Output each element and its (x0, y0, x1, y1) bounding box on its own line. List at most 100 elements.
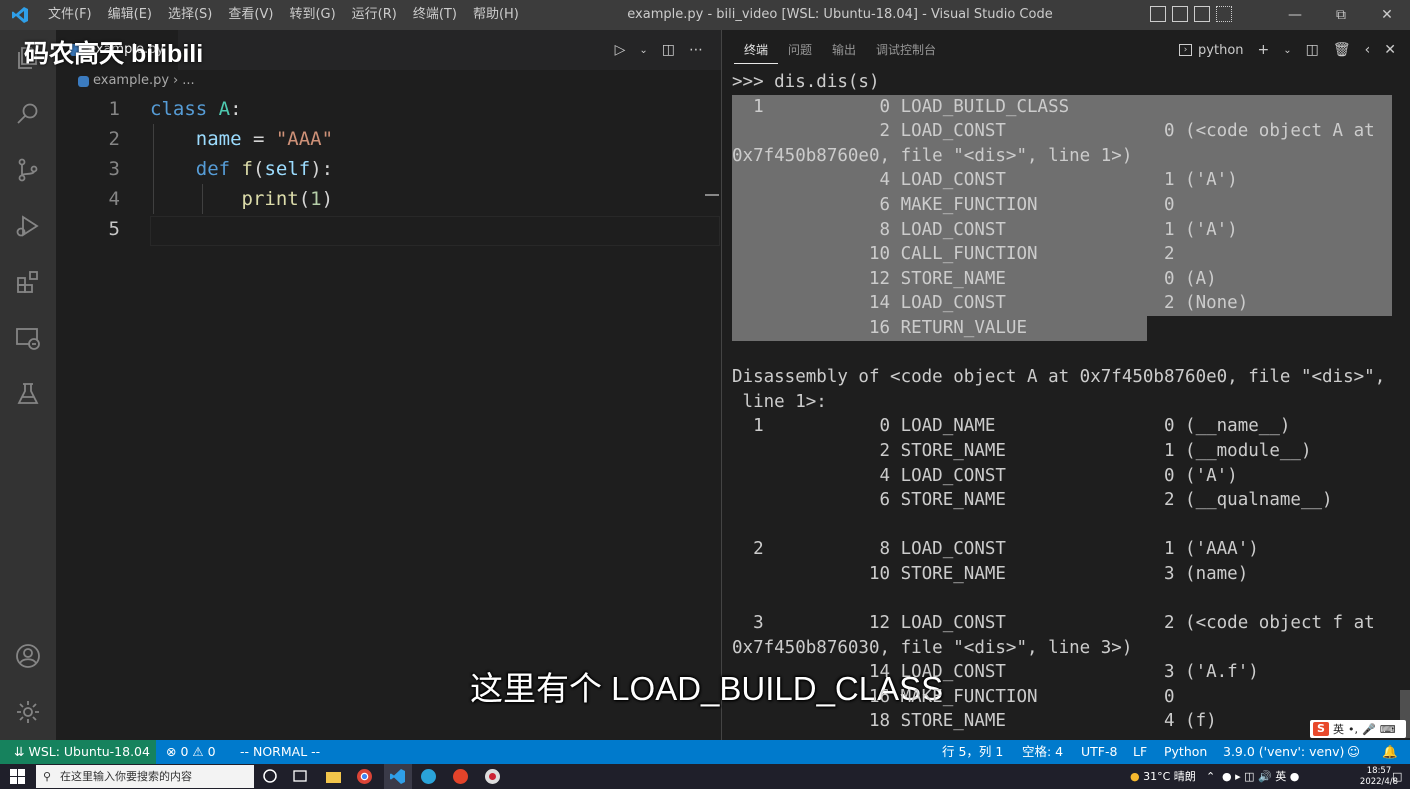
run-python-file-icon[interactable]: ▷ (615, 42, 626, 58)
chevron-left-icon[interactable]: ‹ (1365, 42, 1371, 58)
app-icon-red[interactable] (452, 768, 469, 785)
toggle-sidebar-icon[interactable] (1150, 6, 1166, 22)
python-interpreter[interactable]: 3.9.0 ('venv': venv) (1223, 740, 1344, 764)
menu-view[interactable]: 查看(V) (220, 0, 281, 30)
extensions-icon[interactable] (0, 254, 56, 310)
split-terminal-icon[interactable]: ◫ (1306, 42, 1319, 58)
obs-icon[interactable] (484, 768, 501, 785)
problems-indicator[interactable]: ⊗ 0 ⚠ 0 (166, 740, 216, 764)
weather-widget[interactable]: ● 31°C 晴朗 (1130, 764, 1196, 789)
terminal-line: 16 MAKE_FUNCTION 0 (732, 686, 1175, 707)
windows-start-icon[interactable] (10, 769, 27, 786)
language-mode[interactable]: Python (1164, 740, 1207, 764)
encoding[interactable]: UTF-8 (1081, 740, 1117, 764)
line-number: 5 (108, 218, 120, 240)
end-of-line[interactable]: LF (1133, 740, 1147, 764)
terminal-line: 2 8 LOAD_CONST 1 ('AAA') (732, 539, 1259, 560)
terminal-selector[interactable]: › python (1179, 42, 1244, 58)
terminal-line: 4 LOAD_CONST 0 ('A') (732, 465, 1238, 486)
indentation[interactable]: 空格: 4 (1022, 740, 1063, 764)
breadcrumb-file[interactable]: example.py (93, 70, 169, 92)
line-number: 2 (108, 128, 120, 150)
action-center-icon[interactable]: □ (1392, 764, 1402, 789)
indent-guide (153, 124, 154, 214)
cursor-position[interactable]: 行 5，列 1 (942, 740, 1003, 764)
taskbar-search-placeholder: 在这里输入你要搜索的内容 (60, 770, 192, 783)
vim-mode: -- NORMAL -- (240, 744, 321, 759)
operator: = (241, 128, 276, 150)
keyword: class (150, 98, 208, 120)
trash-icon[interactable]: 🗑 (1333, 42, 1351, 58)
editor-group: example.py ▷ ⌄ ◫ ⋯ example.py › ... 1 cl… (56, 30, 721, 740)
code-line: 4 print(1) (56, 184, 721, 214)
remote-indicator[interactable]: ⇊ WSL: Ubuntu-18.04 (0, 740, 156, 764)
notifications-bell-icon[interactable]: 🔔 (1382, 740, 1398, 764)
menu-selection[interactable]: 选择(S) (160, 0, 220, 30)
tab-debug-console[interactable]: 调试控制台 (866, 30, 946, 70)
terminal-line: Disassembly of <code object A at 0x7f450… (732, 367, 1386, 388)
menu-file[interactable]: 文件(F) (40, 0, 100, 30)
chevron-right-icon: › (173, 73, 179, 88)
terminal-line: line 1>: (732, 391, 827, 412)
terminal-output[interactable]: >>> dis.dis(s) 1 0 LOAD_BUILD_CLASS 2 LO… (722, 70, 1410, 734)
code-area[interactable]: 1 class A: 2 name = "AAA" 3 def f(self):… (56, 92, 721, 246)
menu-go[interactable]: 转到(G) (281, 0, 343, 30)
terminal-name: python (1198, 42, 1244, 58)
close-icon[interactable]: ✕ (1364, 0, 1410, 30)
toggle-panel-icon[interactable] (1172, 6, 1188, 22)
vscode-taskbar-icon[interactable] (384, 764, 412, 789)
source-control-icon[interactable] (0, 142, 56, 198)
remote-icon: ⇊ (14, 744, 25, 759)
account-icon[interactable] (0, 628, 56, 684)
tray-overflow-icon[interactable]: ⌃ (1206, 764, 1215, 789)
minimize-icon[interactable]: — (1272, 0, 1318, 30)
title-bar: 文件(F) 编辑(E) 选择(S) 查看(V) 转到(G) 运行(R) 终端(T… (0, 0, 1410, 30)
more-actions-icon[interactable]: ⋯ (689, 42, 703, 58)
string: "AAA" (275, 128, 334, 150)
telegram-icon[interactable] (420, 768, 437, 785)
menu-help[interactable]: 帮助(H) (465, 0, 527, 30)
remote-explorer-icon[interactable] (0, 310, 56, 366)
punct: ): (310, 158, 334, 180)
class-name: A (218, 98, 231, 120)
customize-layout-icon[interactable] (1216, 6, 1232, 22)
menu-run[interactable]: 运行(R) (344, 0, 405, 30)
chevron-down-icon[interactable]: ⌄ (1283, 45, 1291, 56)
error-count: 0 (180, 744, 189, 759)
terminal-line: 1 0 LOAD_NAME 0 (__name__) (732, 416, 1291, 437)
search-icon[interactable] (0, 86, 56, 142)
restore-icon[interactable]: ⧉ (1318, 0, 1364, 30)
breadcrumb-symbols[interactable]: ... (182, 70, 194, 92)
manage-gear-icon[interactable] (0, 684, 56, 740)
tab-problems[interactable]: 问题 (778, 30, 822, 70)
menu-edit[interactable]: 编辑(E) (100, 0, 160, 30)
feedback-icon[interactable]: ☺ (1347, 740, 1360, 764)
terminal-line: 12 STORE_NAME 0 (A) (732, 268, 1217, 289)
close-panel-icon[interactable]: ✕ (1384, 42, 1396, 58)
tab-terminal[interactable]: 终端 (734, 37, 779, 64)
chrome-icon[interactable] (356, 768, 373, 785)
terminal-line: >>> dis.dis(s) (732, 72, 880, 92)
run-debug-icon[interactable] (0, 198, 56, 254)
function-name: f (241, 158, 253, 180)
new-terminal-icon[interactable]: + (1258, 42, 1270, 58)
taskbar-search[interactable]: ⚲ 在这里输入你要搜索的内容 (36, 765, 254, 788)
terminal-line: 0x7f450b876030, file "<dis>", line 3>) (732, 637, 1133, 658)
punct: ) (321, 188, 334, 210)
punct: ( (253, 158, 265, 180)
widgets-icon[interactable] (292, 768, 309, 785)
testing-icon[interactable] (0, 366, 56, 422)
toggle-secondary-sidebar-icon[interactable] (1194, 6, 1210, 22)
task-view-icon[interactable] (262, 768, 279, 785)
window-title: example.py - bili_video [WSL: Ubuntu-18.… (627, 7, 1053, 22)
menu-terminal[interactable]: 终端(T) (405, 0, 465, 30)
vscode-logo-icon (0, 0, 40, 30)
layout-controls (1150, 6, 1232, 22)
terminal-line: 8 LOAD_CONST 1 ('A') (732, 219, 1238, 240)
split-editor-icon[interactable]: ◫ (662, 42, 675, 58)
file-explorer-icon[interactable] (325, 768, 342, 785)
chevron-down-icon[interactable]: ⌄ (639, 45, 647, 56)
tab-output[interactable]: 输出 (822, 30, 866, 70)
tray-icons[interactable]: ● ▸ ◫ 🔊 英 ● (1222, 764, 1299, 789)
